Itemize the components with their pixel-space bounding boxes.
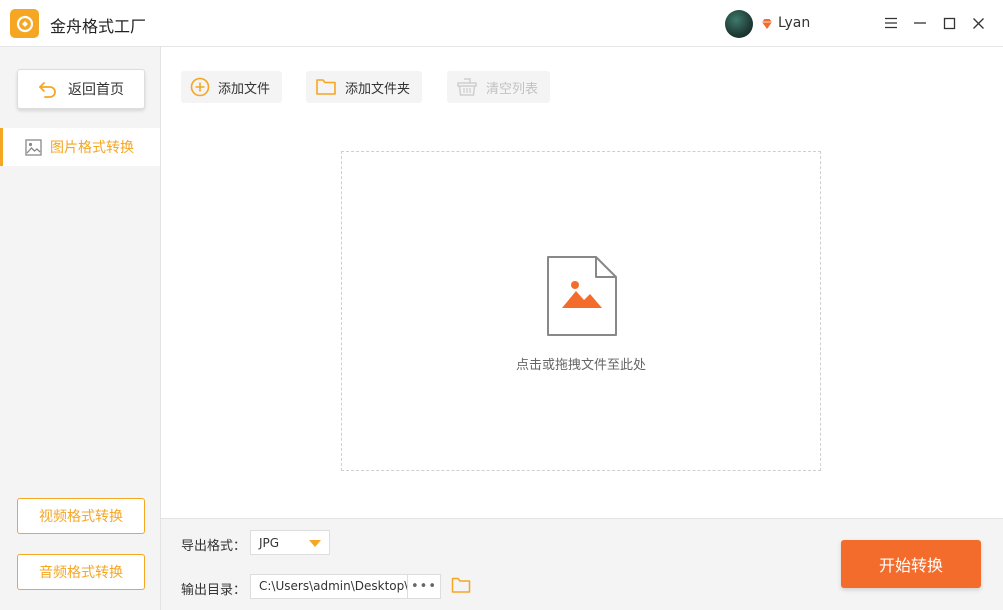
output-dir-label: 输出目录： xyxy=(181,583,247,598)
add-circle-icon xyxy=(190,77,210,97)
output-settings-bar: 导出格式： JPG 输出目录： C:\Users\admin\Desktop\ … xyxy=(161,518,1003,610)
format-label: 导出格式： xyxy=(181,539,247,554)
vip-diamond-icon xyxy=(760,16,774,35)
app-logo-icon xyxy=(10,9,39,38)
add-file-button[interactable]: 添加文件 xyxy=(181,71,283,103)
add-file-label: 添加文件 xyxy=(218,81,271,97)
menu-icon[interactable] xyxy=(880,12,902,34)
clear-list-label: 清空列表 xyxy=(486,81,539,97)
sidebar-item-image-convert[interactable]: 图片格式转换 xyxy=(0,128,160,166)
format-select-value: JPG xyxy=(259,535,280,550)
start-convert-button[interactable]: 开始转换 xyxy=(841,540,981,588)
title-bar: 金舟格式工厂 Lyan xyxy=(0,0,1003,47)
back-arrow-icon xyxy=(38,80,58,98)
video-convert-button[interactable]: 视频格式转换 xyxy=(17,498,145,534)
minimize-icon[interactable] xyxy=(909,12,931,34)
image-icon xyxy=(25,138,42,156)
file-drop-zone[interactable]: 点击或拖拽文件至此处 xyxy=(341,151,821,471)
image-file-icon xyxy=(546,255,618,341)
sidebar: 返回首页 图片格式转换 视频格式转换 音频格式转换 xyxy=(0,47,161,610)
audio-convert-button[interactable]: 音频格式转换 xyxy=(17,554,145,590)
username[interactable]: Lyan xyxy=(778,15,810,31)
basket-icon xyxy=(456,77,478,97)
app-title: 金舟格式工厂 xyxy=(50,17,147,36)
browse-more-button[interactable]: ••• xyxy=(408,574,441,599)
sidebar-item-label: 图片格式转换 xyxy=(50,140,134,156)
close-icon[interactable] xyxy=(967,12,989,34)
add-folder-button[interactable]: 添加文件夹 xyxy=(306,71,423,103)
home-button[interactable]: 返回首页 xyxy=(17,69,145,109)
home-button-label: 返回首页 xyxy=(68,82,124,98)
drop-zone-hint: 点击或拖拽文件至此处 xyxy=(515,358,646,373)
open-folder-icon[interactable] xyxy=(451,576,471,594)
clear-list-button[interactable]: 清空列表 xyxy=(447,71,551,103)
chevron-down-icon xyxy=(309,540,321,547)
format-select[interactable]: JPG xyxy=(250,530,330,555)
avatar[interactable] xyxy=(725,10,753,38)
folder-icon xyxy=(315,77,337,97)
add-folder-label: 添加文件夹 xyxy=(345,81,411,97)
output-dir-field[interactable]: C:\Users\admin\Desktop\ xyxy=(250,574,408,599)
maximize-icon[interactable] xyxy=(938,12,960,34)
